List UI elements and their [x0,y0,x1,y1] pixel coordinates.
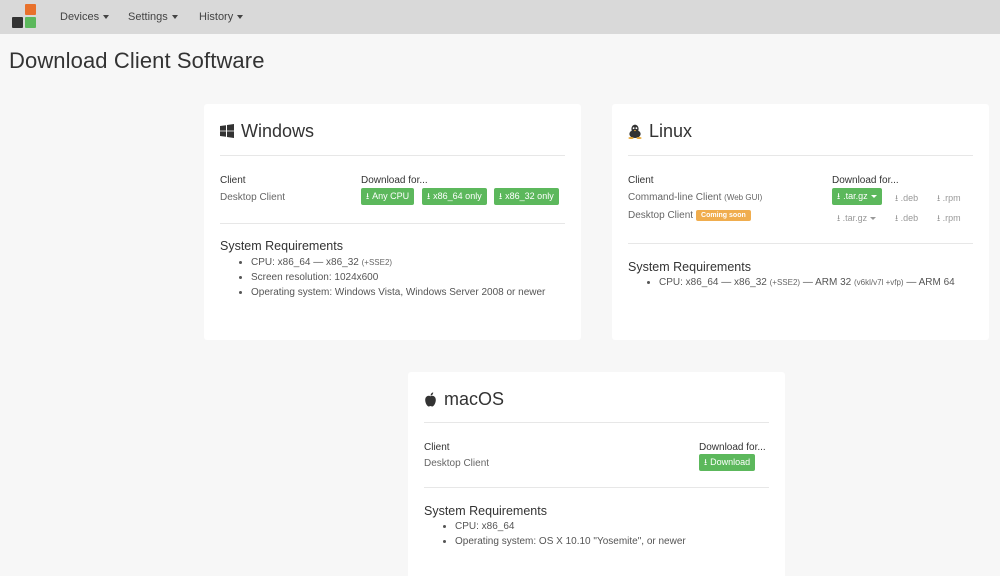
desktop-deb-link: ⭳ .deb [895,213,919,223]
download-icon: ⭳ [427,191,431,201]
desktop-client-label: Desktop Client [424,458,490,469]
list-item: CPU: x86_64 [455,519,686,534]
desktop-rpm-link: ⭳ .rpm [937,213,961,223]
desktop-targz-dropdown: ⭳ .tar.gz [837,211,877,227]
caret-down-icon [870,195,877,199]
windows-icon [220,124,234,138]
caret-down-icon [171,15,178,20]
download-icon: ⭳ [837,213,841,223]
client-label: Client [424,442,450,453]
macos-card-header: macOS [424,388,504,410]
download-any-cpu-button[interactable]: ⭳ Any CPU [361,188,415,205]
coming-soon-badge: Coming soon [696,210,751,221]
divider [424,487,769,488]
linux-card: Linux Client Command-line Client (Web GU… [612,104,989,340]
list-item: CPU: x86_64 — x86_32 (+SSE2) [251,255,545,270]
cli-targz-dropdown-button[interactable]: ⭳ .tar.gz [832,188,882,205]
linux-title: Linux [649,120,693,141]
apple-icon [425,391,436,406]
caret-down-icon [870,217,877,221]
divider [628,155,973,156]
desktop-client-label: Desktop Client Coming soon [628,210,751,221]
cli-client-label: Command-line Client (Web GUI) [628,192,763,203]
windows-card: Windows Client Desktop Client Download f… [204,104,581,340]
app-logo[interactable] [12,4,38,30]
requirements-list: CPU: x86_64 — x86_32 (+SSE2) — ARM 32 (v… [645,275,955,290]
nav-devices[interactable]: Devices [60,0,110,34]
page-title: Download Client Software [9,48,265,73]
divider [220,223,565,224]
nav-history[interactable]: History [199,0,244,34]
download-icon: ⭳ [837,191,841,201]
cli-deb-link[interactable]: ⭳ .deb [895,191,918,207]
requirements-list: CPU: x86_64 — x86_32 (+SSE2) Screen reso… [237,255,545,300]
download-x86-32-button[interactable]: ⭳ x86_32 only [494,188,559,205]
system-requirements-title: System Requirements [220,239,343,253]
divider [220,155,565,156]
download-icon: ⭳ [366,191,370,201]
download-icon: ⭳ [895,193,899,203]
nav-devices-label: Devices [60,11,100,23]
list-item: CPU: x86_64 — x86_32 (+SSE2) — ARM 32 (v… [659,275,955,290]
desktop-client-label: Desktop Client [220,192,286,203]
nav-history-label: History [199,11,234,23]
list-item: Operating system: OS X 10.10 "Yosemite",… [455,534,686,549]
navbar: Devices Settings History [0,0,1000,34]
download-icon: ⭳ [704,457,708,467]
divider [424,422,769,423]
list-item: Screen resolution: 1024x600 [251,270,545,285]
windows-title: Windows [241,120,315,141]
nav-settings[interactable]: Settings [128,0,178,34]
download-for-label: Download for... [699,442,766,453]
caret-down-icon [237,15,244,20]
requirements-list: CPU: x86_64 Operating system: OS X 10.10… [441,519,686,549]
download-icon: ⭳ [937,193,941,203]
client-label: Client [628,175,654,186]
macos-title: macOS [444,388,505,409]
windows-card-header: Windows [220,120,314,142]
download-for-label: Download for... [361,175,428,186]
macos-card: macOS Client Desktop Client Download for… [408,372,785,576]
download-macos-button[interactable]: ⭳ Download [699,454,756,471]
system-requirements-title: System Requirements [628,260,751,274]
cli-rpm-link[interactable]: ⭳ .rpm [937,191,961,207]
caret-down-icon [103,15,110,20]
download-icon: ⭳ [937,213,941,223]
linux-icon [628,124,642,139]
download-for-label: Download for... [832,175,899,186]
divider [628,243,973,244]
system-requirements-title: System Requirements [424,504,547,518]
linux-card-header: Linux [628,120,692,142]
list-item: Operating system: Windows Vista, Windows… [251,285,545,300]
download-icon: ⭳ [499,191,503,201]
client-label: Client [220,175,246,186]
nav-settings-label: Settings [128,11,168,23]
download-icon: ⭳ [895,213,899,223]
download-x86-64-button[interactable]: ⭳ x86_64 only [422,188,487,205]
